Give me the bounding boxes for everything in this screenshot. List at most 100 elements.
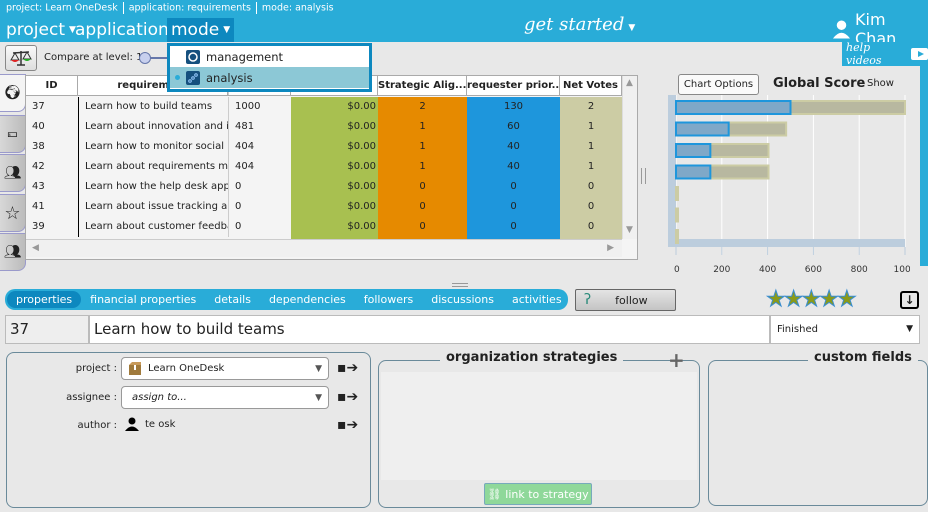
mode-option-management[interactable]: management	[170, 46, 369, 67]
scroll-left-icon[interactable]: ◀	[32, 243, 39, 253]
bar-total-41	[675, 207, 679, 223]
project-menu-label: project	[6, 20, 66, 40]
play-icon	[911, 48, 928, 60]
status-select[interactable]: Finished ▼	[770, 315, 920, 344]
breadcrumb-mode[interactable]: mode: analysis	[262, 3, 334, 14]
assignee-select[interactable]: assign to... ▼	[121, 386, 329, 409]
side-tab-people-money[interactable]: 👥︎	[0, 154, 26, 192]
detail-tabs: properties financial properties details dep…	[5, 289, 568, 310]
download-button[interactable]: ↓	[900, 291, 919, 309]
project-select[interactable]: Learn OneDesk ▼	[121, 357, 329, 380]
x-tick-label: 800	[851, 265, 868, 275]
side-tab-globe[interactable]: 🌍︎	[0, 74, 26, 112]
follow-label: follow	[615, 293, 648, 307]
compare-button[interactable]	[5, 45, 37, 71]
table-row[interactable]: 39Learn about customer feedback0$0.00000	[26, 217, 622, 237]
scroll-down-icon[interactable]: ▼	[626, 225, 633, 235]
tab-properties[interactable]: properties	[7, 291, 82, 308]
side-tab-money[interactable]: 💵︎	[0, 115, 26, 153]
cell-id: 37	[32, 101, 45, 112]
link-icon: ⛓︎	[487, 487, 502, 501]
table-row[interactable]: 40 Learn about innovation and idea481$0.0…	[26, 117, 622, 137]
add-strategy-icon[interactable]: +	[668, 348, 685, 372]
cell-strategic-alignment: 2	[378, 97, 467, 117]
star-icon[interactable]: ★	[836, 287, 857, 313]
go-to-author-icon[interactable]: ▪➔	[337, 417, 358, 433]
author-name: te osk	[145, 418, 176, 430]
chevron-down-icon: ▼	[906, 324, 913, 334]
cell-requester-priority: 130	[467, 97, 560, 117]
cell-strategic-alignment: 1	[378, 137, 467, 157]
item-id-field: 37	[5, 315, 89, 344]
tab-dependencies[interactable]: dependencies	[260, 291, 355, 308]
tab-followers[interactable]: followers	[355, 291, 422, 308]
horizontal-splitter-handle[interactable]	[452, 283, 468, 287]
scroll-right-icon[interactable]: ▶	[607, 243, 614, 253]
help-videos-label: help videos	[846, 41, 882, 67]
application-menu-label: application	[75, 20, 169, 40]
people-money-icon: 👥︎	[3, 165, 22, 181]
right-edge-strip	[920, 66, 928, 266]
cell-id: 43	[32, 181, 45, 192]
author-label: author :	[77, 420, 117, 431]
tab-discussions[interactable]: discussions	[422, 291, 503, 308]
mode-option-analysis[interactable]: analysis	[170, 67, 369, 88]
go-to-project-icon[interactable]: ▪➔	[337, 360, 358, 376]
people-icon: 👥︎	[3, 244, 22, 260]
ear-icon: ʔ	[584, 292, 592, 308]
column-header-id[interactable]: ID	[26, 76, 78, 95]
side-tab-people[interactable]: 👥︎	[0, 233, 26, 271]
chart-options-button[interactable]: Chart Options	[678, 74, 759, 95]
bar-segment-38	[675, 143, 712, 158]
mode-menu[interactable]: mode ▼	[167, 18, 235, 42]
tab-financial-properties[interactable]: financial properties	[81, 291, 205, 308]
get-started-menu[interactable]: get started ▼	[524, 14, 635, 35]
cell-value: 404	[228, 157, 291, 177]
grid-vertical-scrollbar[interactable]: ▲ ▼	[622, 76, 637, 239]
scroll-up-icon[interactable]: ▲	[626, 78, 633, 88]
table-row[interactable]: 37 Learn how to build teams 1000 $0.00 2 130 2	[26, 97, 622, 117]
link-to-strategy-label: link to strategy	[505, 487, 589, 501]
table-row[interactable]: 38 Learn how to monitor social med404$0.0…	[26, 137, 622, 157]
star-icon[interactable]: ★	[783, 287, 804, 313]
cell-id: 39	[32, 221, 45, 232]
follow-button[interactable]: ʔ follow	[575, 289, 676, 311]
compare-slider-handle[interactable]	[139, 52, 151, 64]
help-videos-button[interactable]: help videos	[842, 41, 928, 67]
bar-segment-40	[675, 121, 730, 137]
selected-indicator	[175, 75, 180, 80]
x-tick-label: 1000	[894, 265, 910, 275]
go-to-assignee-icon[interactable]: ▪➔	[337, 389, 358, 405]
table-row[interactable]: 42 Learn about requirements manag404$0.00…	[26, 157, 622, 177]
cell-requester-priority: 0	[467, 177, 560, 197]
status-value: Finished	[777, 324, 818, 335]
properties-panel: project : Learn OneDesk ▼ ▪➔ assignee : …	[6, 352, 371, 508]
star-icon[interactable]: ★	[801, 287, 822, 313]
chart-show-link[interactable]: Show	[867, 78, 894, 89]
star-icon[interactable]: ★	[766, 287, 787, 313]
side-tab-star[interactable]: ☆	[0, 194, 26, 232]
cell-requirement: Learn how the help desk applica	[78, 177, 228, 197]
tab-details[interactable]: details	[205, 291, 260, 308]
value-axis-band	[668, 239, 905, 247]
tab-activities[interactable]: activities	[503, 291, 571, 308]
table-row[interactable]: 43Learn how the help desk applica0$0.000…	[26, 177, 622, 197]
breadcrumb-application[interactable]: application: requirements	[129, 3, 251, 14]
star-icon[interactable]: ★	[819, 287, 840, 313]
link-to-strategy-button[interactable]: ⛓︎ link to strategy	[484, 483, 592, 505]
grid-horizontal-scrollbar[interactable]: ◀ ▶	[26, 239, 622, 257]
project-value: Learn OneDesk	[148, 363, 225, 374]
cell-requirement: Learn about requirements manag	[78, 157, 228, 177]
cell-value: 0	[228, 217, 291, 237]
vertical-splitter-handle[interactable]	[641, 168, 646, 184]
column-header-net-votes[interactable]: Net Votes	[560, 76, 622, 95]
bar-total-39	[675, 229, 679, 244]
column-header-requester-priority[interactable]: requester prior...	[467, 76, 560, 95]
breadcrumb-project[interactable]: project: Learn OneDesk	[6, 3, 118, 14]
project-menu[interactable]: project ▼	[2, 18, 80, 42]
rating-stars[interactable]: ★ ★ ★ ★ ★	[766, 287, 858, 313]
item-title-input[interactable]: Learn how to build teams	[89, 315, 770, 344]
table-row[interactable]: 41Learn about issue tracking and p0$0.00…	[26, 197, 622, 217]
column-header-strategic-alignment[interactable]: Strategic Alig...	[378, 76, 467, 95]
cell-net-votes: 2	[560, 97, 622, 117]
